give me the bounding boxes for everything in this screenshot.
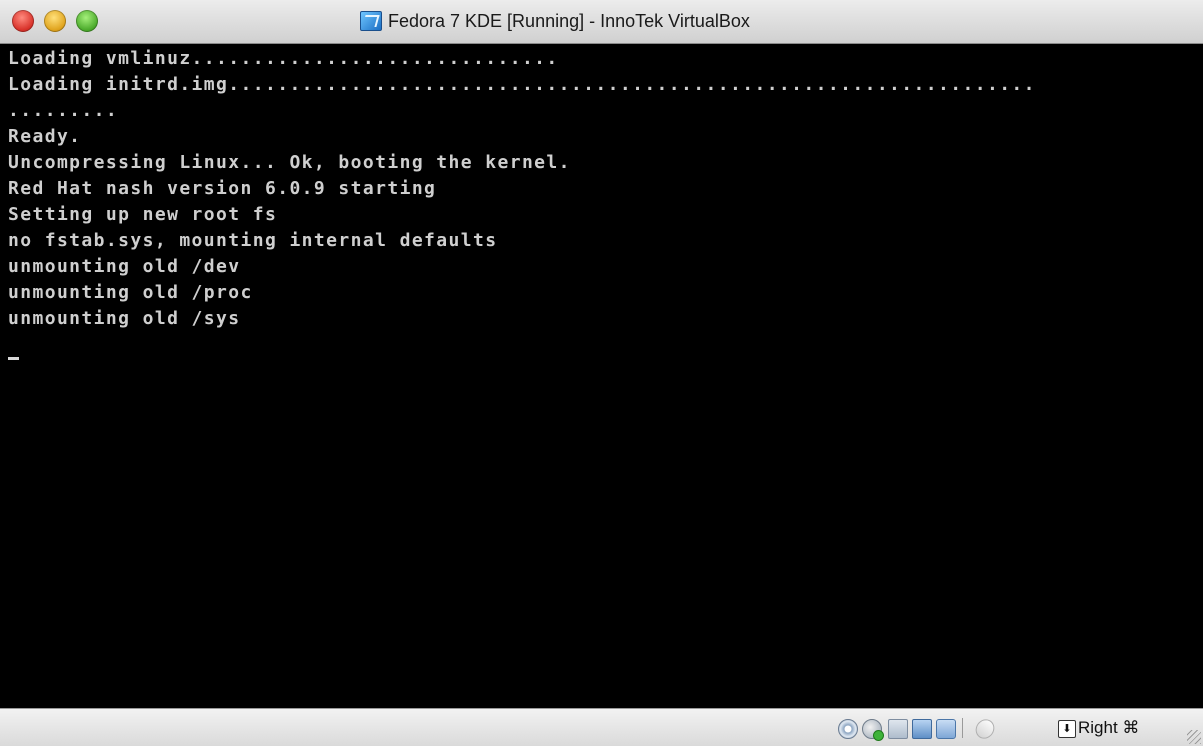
host-key-label: Right ⌘ — [1078, 718, 1140, 737]
console-line: unmounting old /sys — [8, 308, 241, 329]
text-cursor — [8, 357, 19, 360]
status-bar: ⬇ Right ⌘ — [0, 708, 1203, 746]
keyboard-capture-icon[interactable]: ⬇ — [1058, 720, 1076, 738]
shared-folders-icon[interactable] — [936, 719, 956, 739]
console-line: no fstab.sys, mounting internal defaults — [8, 230, 498, 251]
hard-disk-icon[interactable] — [838, 719, 858, 739]
floppy-icon[interactable] — [888, 719, 908, 739]
mouse-integration-icon[interactable] — [971, 715, 999, 743]
vm-console-screen[interactable]: Loading vmlinuz.........................… — [0, 44, 1203, 708]
virtualbox-app-icon — [360, 11, 382, 31]
virtualbox-window: Fedora 7 KDE [Running] - InnoTek Virtual… — [0, 0, 1203, 746]
title-bar[interactable]: Fedora 7 KDE [Running] - InnoTek Virtual… — [0, 0, 1203, 44]
resize-grip-icon[interactable] — [1187, 730, 1201, 744]
console-line: Ready. — [8, 126, 82, 147]
console-line: Setting up new root fs — [8, 204, 278, 225]
title-group: Fedora 7 KDE [Running] - InnoTek Virtual… — [360, 9, 750, 33]
zoom-window-button[interactable] — [76, 10, 98, 32]
status-separator — [962, 718, 963, 738]
close-window-button[interactable] — [12, 10, 34, 32]
console-line: Uncompressing Linux... Ok, booting the k… — [8, 152, 571, 173]
console-line: unmounting old /dev — [8, 256, 241, 277]
console-line: unmounting old /proc — [8, 282, 253, 303]
console-line: Loading vmlinuz.........................… — [8, 48, 559, 69]
cd-dvd-icon[interactable] — [862, 719, 884, 741]
console-line: Loading initrd.img......................… — [8, 74, 1036, 95]
network-icon[interactable] — [912, 719, 932, 739]
minimize-window-button[interactable] — [44, 10, 66, 32]
console-line: ......... — [8, 100, 119, 121]
window-title: Fedora 7 KDE [Running] - InnoTek Virtual… — [388, 10, 750, 31]
console-line: Red Hat nash version 6.0.9 starting — [8, 178, 437, 199]
